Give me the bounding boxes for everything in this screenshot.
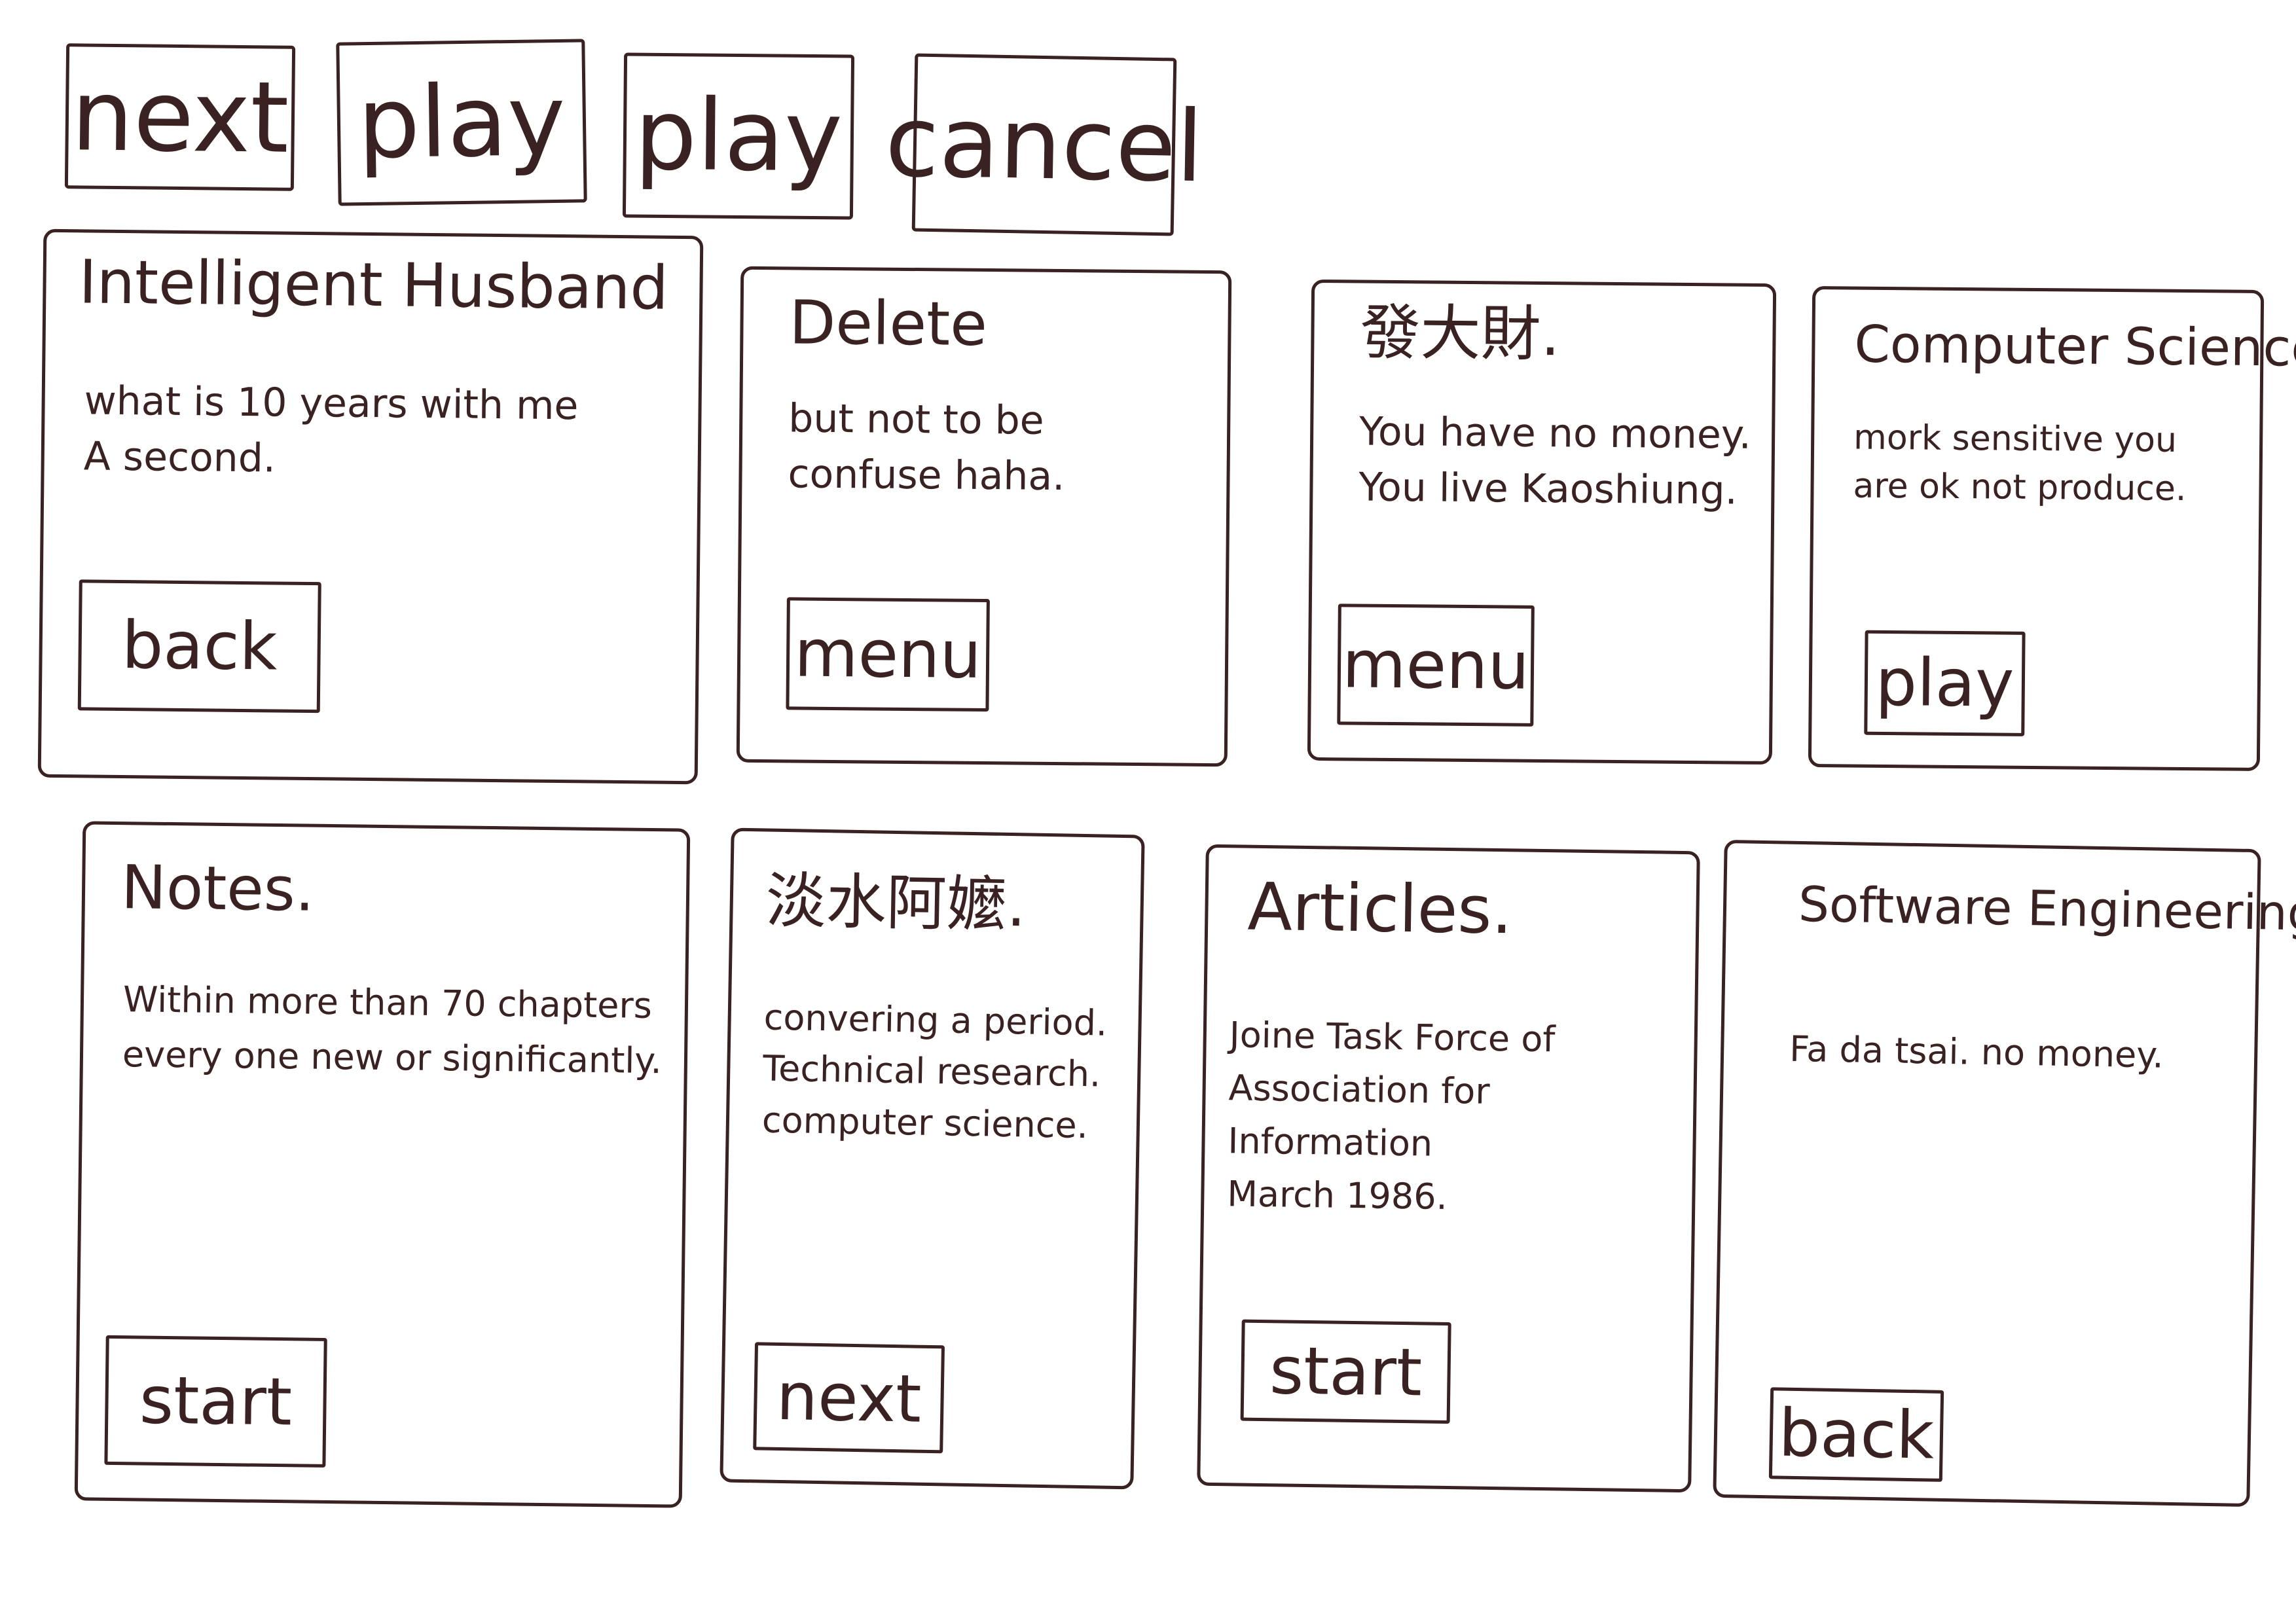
back-button[interactable]: back bbox=[77, 579, 321, 713]
menu-button[interactable]: menu bbox=[786, 597, 990, 712]
card-fa-da-tsai: 發大財. You have no money. You live Kaoshiu… bbox=[1307, 279, 1777, 765]
card-title: Delete bbox=[789, 287, 988, 360]
next-button[interactable]: next bbox=[64, 43, 296, 191]
card-software-engineering: Software Engineering. Fa da tsai. no mon… bbox=[1713, 839, 2296, 1507]
play-button-label: play bbox=[1875, 643, 2014, 722]
next-button-label: next bbox=[775, 1358, 922, 1437]
cancel-button[interactable]: cancel bbox=[884, 53, 1204, 236]
card-body: convering a period. Technical research. … bbox=[761, 996, 1108, 1146]
card-title: Notes. bbox=[120, 852, 315, 925]
start-button[interactable]: start bbox=[104, 1335, 327, 1468]
back-button-label: back bbox=[121, 607, 278, 685]
card-delete: Delete but not to be confuse haha. menu bbox=[736, 266, 1232, 767]
play-button-1[interactable]: play bbox=[336, 39, 587, 206]
card-body: Fa da tsai. no money. bbox=[1789, 1028, 2164, 1076]
card-title: 淡水阿嬤. bbox=[765, 865, 1027, 941]
card-articles: Articles. Joine Task Force of Associatio… bbox=[1197, 844, 1700, 1493]
play-button-2[interactable]: play bbox=[622, 52, 855, 220]
card-body: Within more than 70 chapters every one n… bbox=[122, 979, 663, 1081]
play-button[interactable]: play bbox=[1864, 630, 2026, 736]
menu-button-label: menu bbox=[1341, 625, 1530, 704]
card-danshui-grandma: 淡水阿嬤. convering a period. Technical rese… bbox=[720, 827, 1145, 1490]
back-button[interactable]: back bbox=[1768, 1387, 1944, 1482]
menu-button-label: menu bbox=[793, 615, 982, 693]
play-button-1-label: play bbox=[357, 63, 566, 181]
start-button[interactable]: start bbox=[1240, 1319, 1451, 1424]
card-title: Articles. bbox=[1247, 868, 1514, 949]
cancel-button-label: cancel bbox=[884, 84, 1205, 205]
card-notes: Notes. Within more than 70 chapters ever… bbox=[74, 821, 691, 1508]
card-title: Software Engineering. bbox=[1798, 876, 2296, 943]
card-body: but not to be confuse haha. bbox=[788, 395, 1065, 500]
next-button[interactable]: next bbox=[753, 1342, 945, 1454]
card-intelligent-husband: Intelligent Husband what is 10 years wit… bbox=[37, 228, 704, 785]
next-button-label: next bbox=[70, 59, 290, 175]
card-body: what is 10 years with me A second. bbox=[83, 378, 579, 482]
back-button-label: back bbox=[1777, 1394, 1935, 1474]
card-body: Joine Task Force of Association for Info… bbox=[1226, 1014, 1556, 1218]
menu-button[interactable]: menu bbox=[1337, 604, 1535, 727]
play-button-2-label: play bbox=[634, 78, 843, 194]
card-body: You have no money. You live Kaoshiung. bbox=[1358, 408, 1752, 514]
card-title: Intelligent Husband bbox=[79, 247, 669, 323]
card-title: Computer Science. bbox=[1854, 315, 2296, 379]
start-button-label: start bbox=[139, 1362, 293, 1441]
card-computer-science: Computer Science. mork sensitive you are… bbox=[1808, 286, 2296, 771]
card-body: mork sensitive you are ok not produce. bbox=[1853, 418, 2187, 509]
card-title: 發大財. bbox=[1360, 297, 1561, 370]
start-button-label: start bbox=[1269, 1331, 1423, 1411]
